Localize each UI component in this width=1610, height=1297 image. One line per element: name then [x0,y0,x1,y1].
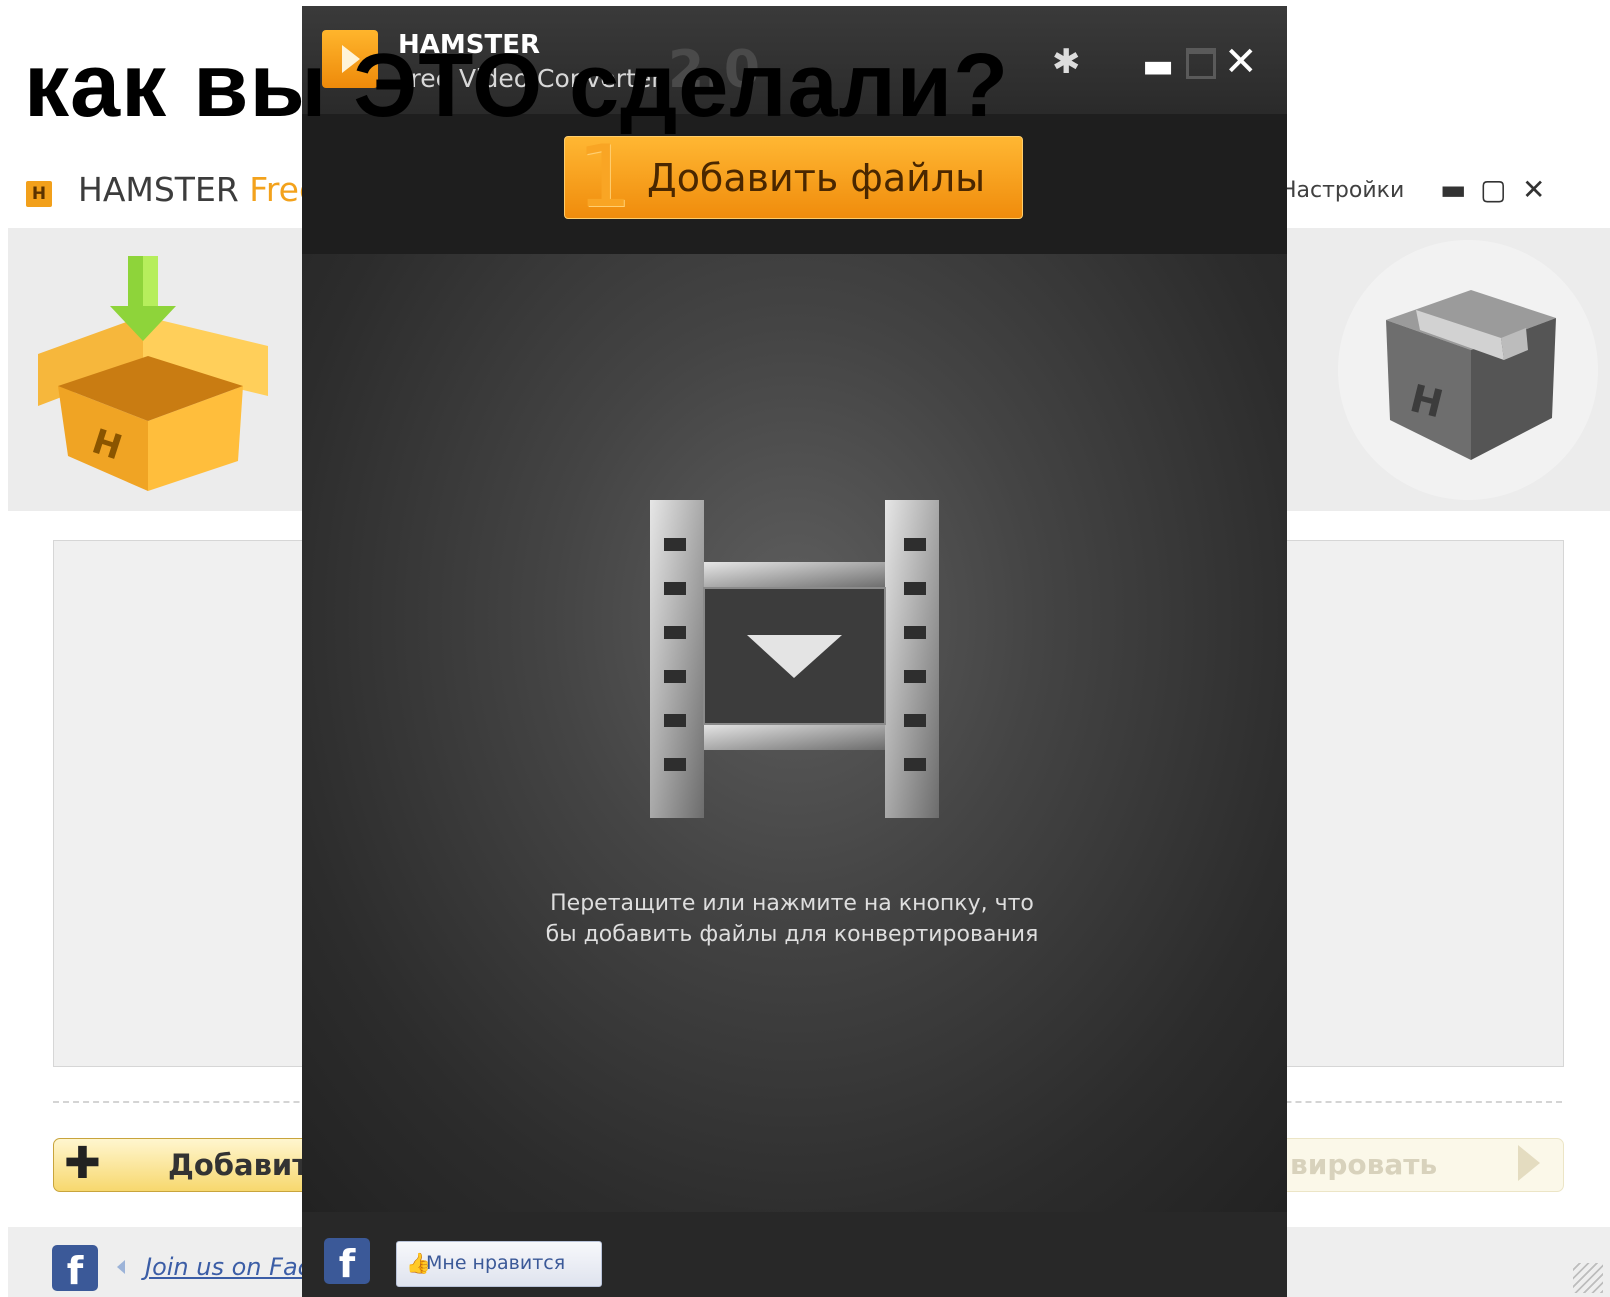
open-box-icon: H [38,256,268,491]
page-headline: как вы ЭТО сделали? [24,36,1010,136]
background-app-logo-icon: H [26,181,52,207]
background-add-button-label: Добавит [168,1148,310,1182]
maximize-icon[interactable] [1186,48,1216,79]
background-facebook-icon[interactable]: f [52,1245,98,1291]
background-maximize-button[interactable]: ▢ [1480,172,1506,208]
join-facebook-link[interactable]: Join us on Fac [145,1251,311,1283]
close-icon[interactable]: ✕ [1224,40,1258,84]
background-minimize-button[interactable]: ▬ [1440,172,1466,208]
minimize-icon[interactable]: ▬ [1142,46,1174,86]
background-settings-link[interactable]: Настройки [1280,176,1404,206]
facebook-icon[interactable]: f [324,1238,370,1284]
background-app-title: HAMSTER Free [78,168,319,212]
foreground-app-window: 2.0 HAMSTER Free Video Converter ✱ ▬ ✕ 1… [302,6,1287,1297]
background-app-title-main: HAMSTER [78,170,239,209]
chevron-left-icon [117,1260,125,1274]
add-files-step-number: 1 [577,127,632,227]
drop-hint-text: Перетащите или нажмите на кнопку, что бы… [545,891,1039,947]
like-button-label: Мне нравится [426,1252,566,1274]
closed-box-icon: H [1386,290,1556,460]
gear-icon[interactable]: ✱ [1052,42,1081,82]
background-convert-button-label: вировать [1290,1148,1438,1181]
plus-icon: ✚ [64,1138,101,1189]
background-close-button[interactable]: ✕ [1522,172,1545,208]
film-strip-icon[interactable] [642,500,947,818]
resize-grip-icon[interactable] [1573,1263,1603,1293]
arrow-right-icon [1518,1145,1540,1181]
add-files-label: Добавить файлы [647,156,986,200]
